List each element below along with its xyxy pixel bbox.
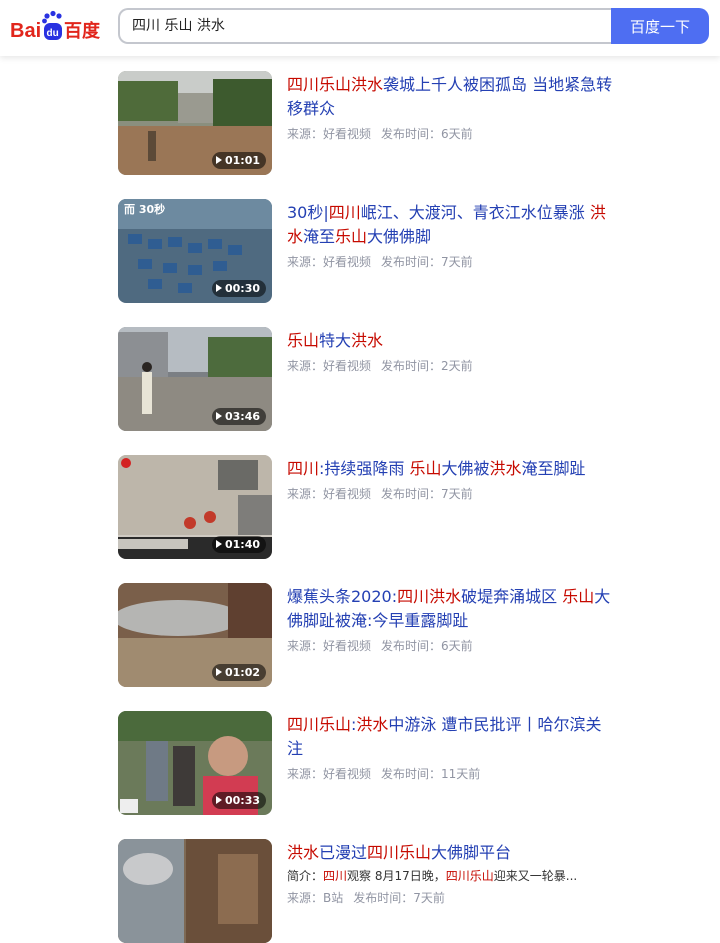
play-icon — [215, 412, 222, 420]
play-icon — [215, 156, 222, 164]
publish-time: 发布时间：7天前 — [381, 255, 473, 269]
title-text: 特大 — [319, 331, 352, 350]
title-text: 30秒| — [287, 203, 329, 222]
result-meta: 来源：好看视频 发布时间：7天前 — [287, 253, 483, 270]
source-label: 来源：好看视频 — [287, 767, 372, 781]
play-icon — [215, 284, 222, 292]
title-text: 淹至 — [303, 227, 336, 246]
source-label: 来源：B站 — [287, 891, 344, 905]
title-text: 迎来又一轮暴... — [493, 869, 578, 883]
result-meta: 来源：好看视频 发布时间：2天前 — [287, 357, 483, 374]
highlight-text: 洪水 — [287, 843, 320, 862]
source-label: 来源：好看视频 — [287, 127, 372, 141]
result-item: 01:02 爆蕉头条2020:四川洪水破堤奔涌城区 乐山大佛脚趾被淹:今早重露脚… — [118, 583, 618, 687]
play-icon — [215, 668, 222, 676]
highlight-text: 四川乐山 — [445, 869, 494, 883]
result-item: 00:33 四川乐山:洪水中游泳 遭市民批评丨哈尔滨关注 来源：好看视频 发布时间… — [118, 711, 618, 815]
search-button[interactable]: 百度一下 — [611, 8, 709, 44]
title-text: 淹至脚趾 — [521, 459, 586, 478]
source-label: 来源：好看视频 — [287, 639, 372, 653]
search-box[interactable] — [118, 8, 612, 44]
highlight-text: 四川 — [287, 459, 320, 478]
svg-text:百度: 百度 — [64, 20, 101, 42]
highlight-text: 四川乐山洪水 — [287, 75, 384, 94]
source-label: 来源：好看视频 — [287, 255, 372, 269]
duration-badge: 01:40 — [211, 536, 266, 553]
highlight-text: 洪水 — [356, 715, 389, 734]
highlight-text: 乐山 — [562, 587, 595, 606]
publish-time: 发布时间：2天前 — [381, 359, 473, 373]
result-item: 洪水已漫过四川乐山大佛脚平台 简介：四川观察 8月17日晚，四川乐山迎来又一轮暴… — [118, 839, 618, 943]
title-text: 岷江、大渡河、青衣江水位暴涨 — [360, 203, 590, 222]
title-text: 观察 8月17日晚， — [347, 869, 446, 883]
play-icon — [215, 796, 222, 804]
video-thumbnail[interactable]: 01:01 — [118, 71, 272, 175]
baidu-logo[interactable]: Bai du 百度 — [10, 10, 104, 44]
highlight-text: 乐山 — [287, 331, 320, 350]
duration-badge: 03:46 — [211, 408, 266, 425]
result-meta: 来源：好看视频 发布时间：11天前 — [287, 765, 490, 782]
duration-badge: 01:01 — [211, 152, 266, 169]
video-thumbnail[interactable]: 01:40 — [118, 455, 272, 559]
result-title[interactable]: 爆蕉头条2020:四川洪水破堤奔涌城区 乐山大佛脚趾被淹:今早重露脚趾 — [287, 585, 617, 633]
title-text: 爆蕉头条2020: — [287, 587, 398, 606]
publish-time: 发布时间：7天前 — [381, 487, 473, 501]
result-title[interactable]: 30秒|四川岷江、大渡河、青衣江水位暴涨 洪水淹至乐山大佛佛脚 — [287, 201, 617, 249]
duration-badge: 01:02 — [211, 664, 266, 681]
baidu-paw-icon: du — [42, 10, 62, 40]
source-label: 来源：好看视频 — [287, 487, 372, 501]
publish-time: 发布时间：6天前 — [381, 639, 473, 653]
title-text: 已漫过 — [319, 843, 368, 862]
result-title[interactable]: 四川:持续强降雨 乐山大佛被洪水淹至脚趾 — [287, 457, 617, 481]
result-title[interactable]: 四川乐山:洪水中游泳 遭市民批评丨哈尔滨关注 — [287, 713, 617, 761]
play-icon — [215, 540, 222, 548]
source-label: 来源：好看视频 — [287, 359, 372, 373]
highlight-text: 乐山 — [409, 459, 442, 478]
highlight-text: 四川 — [328, 203, 361, 222]
video-thumbnail[interactable] — [118, 839, 272, 943]
title-text: 破堤奔涌城区 — [461, 587, 563, 606]
title-text: 大佛佛脚 — [367, 227, 432, 246]
highlight-text: 四川洪水 — [397, 587, 462, 606]
highlight-text: 四川乐山 — [287, 715, 352, 734]
result-meta: 来源：好看视频 发布时间：6天前 — [287, 637, 483, 654]
highlight-text: 四川 — [323, 869, 348, 883]
result-item: 03:46 乐山特大洪水 来源：好看视频 发布时间：2天前 — [118, 327, 618, 431]
svg-text:而 30秒: 而 30秒 — [124, 202, 165, 216]
result-title[interactable]: 四川乐山洪水袭城上千人被困孤岛 当地紧急转移群众 — [287, 73, 617, 121]
video-thumbnail[interactable]: 而 30秒 00:30 — [118, 199, 272, 303]
highlight-text: 洪水 — [351, 331, 384, 350]
publish-time: 发布时间：11天前 — [381, 767, 481, 781]
duration-badge: 00:33 — [211, 792, 266, 809]
publish-time: 发布时间：7天前 — [353, 891, 445, 905]
highlight-text: 洪水 — [489, 459, 522, 478]
top-bar: Bai du 百度 百度一下 — [0, 0, 720, 56]
highlight-text: 四川乐山 — [367, 843, 432, 862]
video-thumbnail[interactable]: 00:33 — [118, 711, 272, 815]
svg-text:du: du — [47, 28, 59, 39]
search-input[interactable] — [132, 10, 592, 42]
duration-badge: 00:30 — [211, 280, 266, 297]
result-meta: 来源：好看视频 发布时间：7天前 — [287, 485, 483, 502]
result-item: 01:40 四川:持续强降雨 乐山大佛被洪水淹至脚趾 来源：好看视频 发布时间：7… — [118, 455, 618, 559]
result-snippet: 简介：四川观察 8月17日晚，四川乐山迎来又一轮暴... — [287, 867, 617, 884]
highlight-text: 乐山 — [335, 227, 368, 246]
result-item: 而 30秒 00:30 30秒|四川岷江、大渡河、青衣江水位暴涨 洪水淹至乐山大… — [118, 199, 618, 303]
result-meta: 来源：好看视频 发布时间：6天前 — [287, 125, 483, 142]
result-item: 01:01 四川乐山洪水袭城上千人被困孤岛 当地紧急转移群众 来源：好看视频 发布… — [118, 71, 618, 175]
result-meta: 来源：B站 发布时间：7天前 — [287, 889, 455, 906]
video-thumbnail[interactable]: 03:46 — [118, 327, 272, 431]
svg-text:Bai: Bai — [10, 20, 41, 42]
title-text: 简介： — [287, 869, 324, 883]
result-title[interactable]: 乐山特大洪水 — [287, 329, 617, 353]
video-thumbnail[interactable]: 01:02 — [118, 583, 272, 687]
result-title[interactable]: 洪水已漫过四川乐山大佛脚平台 — [287, 841, 617, 865]
title-text: 大佛脚平台 — [431, 843, 512, 862]
publish-time: 发布时间：6天前 — [381, 127, 473, 141]
title-text: 大佛被 — [441, 459, 490, 478]
title-text: :持续强降雨 — [319, 459, 410, 478]
